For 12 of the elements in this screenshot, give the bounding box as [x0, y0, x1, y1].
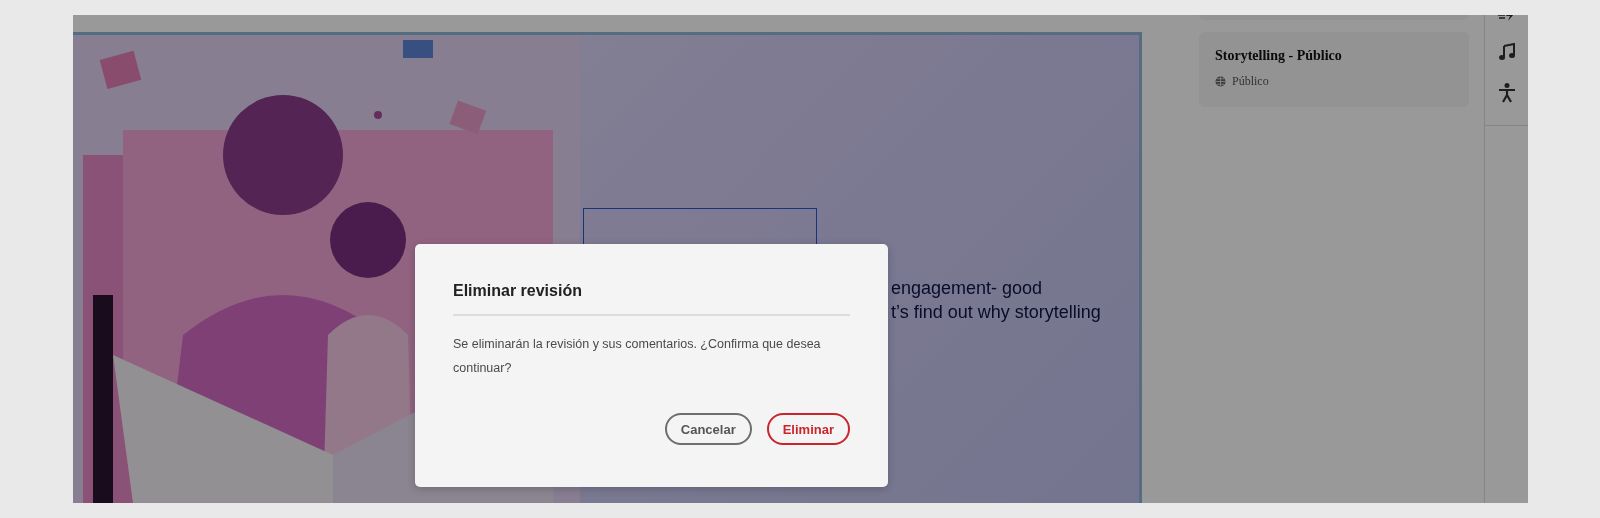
cancel-button[interactable]: Cancelar [664, 413, 752, 445]
dialog-message: Se eliminarán la revisión y sus comentarios. ¿Confirma que desea continuar? [453, 336, 822, 377]
revision-card[interactable]: Storytelling - Público Público [1199, 32, 1469, 107]
slide-text: t’s find out why storytelling [891, 301, 1101, 324]
card-title: Storytelling - Público [1215, 48, 1343, 64]
delete-button[interactable]: Eliminar [766, 413, 850, 445]
accessibility-icon[interactable] [1498, 83, 1515, 103]
globe-icon [1215, 76, 1226, 87]
music-note-icon[interactable] [1498, 43, 1515, 61]
visibility-label: Público [1232, 74, 1269, 89]
slide-text: engagement- good [891, 277, 1044, 300]
dialog-title: Eliminar revisión [453, 282, 850, 316]
